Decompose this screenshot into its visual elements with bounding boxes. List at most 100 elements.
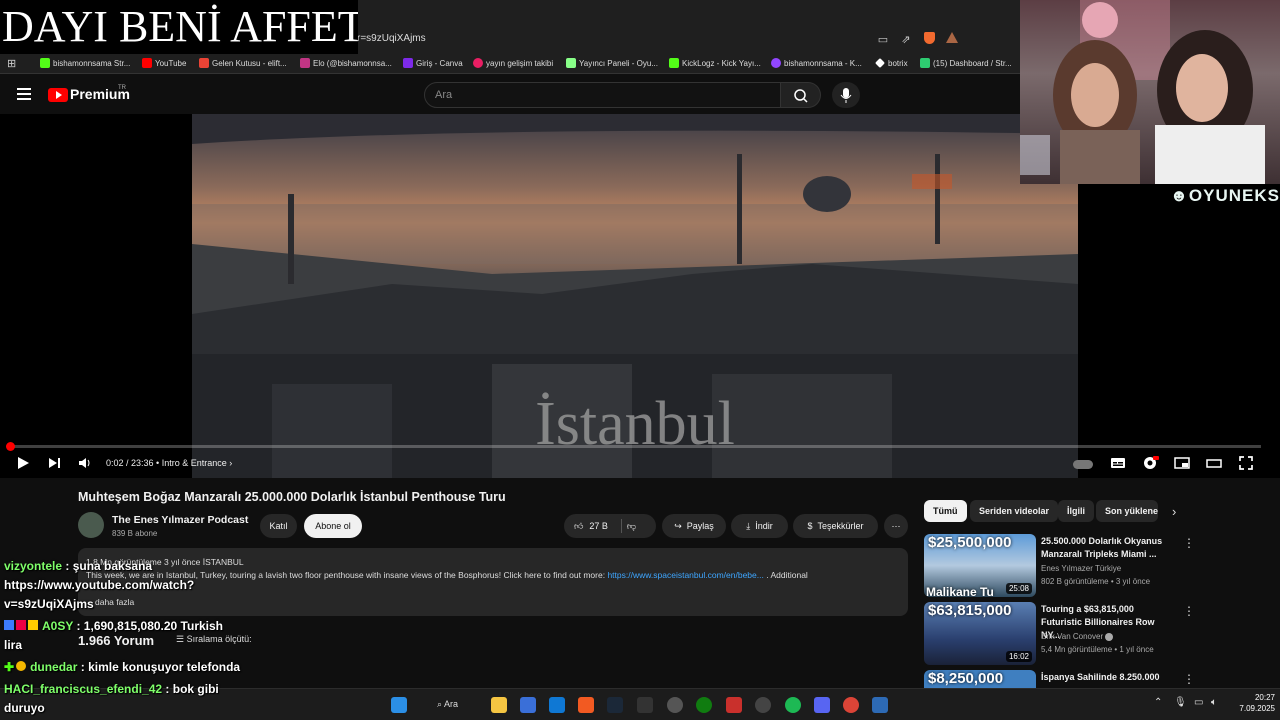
subscriber-count: 839 B abone [112, 529, 158, 538]
bookmark-item[interactable]: YouTube [142, 56, 186, 70]
mute-button[interactable] [77, 454, 93, 472]
like-dislike-group: 👍︎ 27 B 👎︎ [564, 514, 656, 538]
bookmark-item[interactable]: Gelen Kutusu - elift... [199, 56, 287, 70]
url-text[interactable]: r=s9zUqiXAjms [357, 33, 426, 44]
microphone-tray-icon[interactable]: 🎙︎ [1174, 697, 1187, 708]
related-channel[interactable]: Erik Van Conover [1041, 632, 1114, 641]
channel-avatar[interactable] [78, 512, 104, 538]
thumbnail-caption: Malikane Tu [926, 585, 994, 597]
channel-name[interactable]: The Enes Yılmazer Podcast [112, 514, 248, 526]
video-frame[interactable]: İstanbul [192, 114, 1078, 478]
video-duration: 16:02 [1005, 651, 1032, 662]
sort-comments-button[interactable]: ☰ Sıralama ölçütü: [176, 634, 252, 645]
chevron-right-icon[interactable]: › [1172, 504, 1176, 519]
rewards-icon[interactable] [944, 32, 960, 48]
bookmark-item[interactable]: Yayıncı Paneli - Oyu... [566, 56, 658, 70]
related-thumbnail[interactable]: $63,815,000 16:02 [924, 602, 1036, 665]
thanks-button[interactable]: $ Teşekkürler [793, 514, 878, 538]
theater-button[interactable] [1205, 454, 1223, 472]
youtube-logo-icon[interactable] [48, 88, 68, 102]
related-title[interactable]: İspanya Sahilinde 8.250.000 [1041, 671, 1176, 684]
download-button[interactable]: ⤓ İndir [731, 514, 788, 538]
chrome-icon[interactable] [843, 697, 859, 713]
related-channel[interactable]: Enes Yılmazer Türkiye [1041, 564, 1121, 573]
play-button[interactable] [15, 454, 31, 472]
install-icon[interactable]: ▭ [875, 32, 891, 48]
video-duration: 25:08 [1005, 583, 1032, 594]
bookmark-item[interactable]: KickLogz - Kick Yayı... [669, 56, 761, 70]
share-icon[interactable]: ⇗ [898, 32, 914, 48]
taskbar-clock[interactable]: 20:27 7.09.2025 [1233, 692, 1275, 714]
progress-bar[interactable] [8, 445, 1261, 448]
bookmark-item[interactable]: yayın gelişim takibi [473, 56, 553, 70]
bookmark-item[interactable]: Giriş - Canva [403, 56, 463, 70]
related-thumbnail[interactable]: $25,500,000 Malikane Tu 25:08 [924, 534, 1036, 597]
play-icon [18, 457, 29, 469]
next-button[interactable] [46, 454, 62, 472]
obs-icon[interactable] [667, 697, 683, 713]
outlook-icon[interactable] [549, 697, 565, 713]
chip-recent[interactable]: Son yüklene [1096, 500, 1158, 522]
chat-message: vizyontele : şuna baksana [4, 559, 153, 573]
chip-related[interactable]: İlgili [1058, 500, 1094, 522]
like-button[interactable]: 👍︎ 27 B [574, 521, 608, 532]
app-icon[interactable] [872, 697, 888, 713]
search-button[interactable] [781, 82, 821, 108]
file-explorer-icon[interactable] [491, 697, 507, 713]
badge-icon [16, 620, 26, 630]
app-icon[interactable] [726, 697, 742, 713]
related-menu-icon[interactable]: ⋮ [1183, 604, 1195, 618]
store-icon[interactable] [520, 697, 536, 713]
search-input[interactable]: Ara [424, 82, 781, 108]
subscribe-button[interactable]: Abone ol [304, 514, 362, 538]
related-thumbnail[interactable]: $8,250,000 [924, 670, 1036, 688]
related-title[interactable]: 25.500.000 Dolarlık Okyanus Manzaralı Tr… [1041, 535, 1176, 561]
more-actions-button[interactable]: ⋯ [884, 514, 908, 538]
apps-grid-icon[interactable]: ⊞ [7, 57, 16, 70]
tray-chevron-icon[interactable]: ⌃ [1154, 697, 1162, 708]
thanks-icon: $ [807, 521, 813, 531]
related-menu-icon[interactable]: ⋮ [1183, 672, 1195, 686]
share-button[interactable]: ↪ Paylaş [662, 514, 726, 538]
bookmark-item[interactable]: Elo (@bishamonnsa... [300, 56, 392, 70]
xbox-icon[interactable] [696, 697, 712, 713]
join-button[interactable]: Katıl [260, 514, 297, 538]
chat-message: A0SY : 1,690,815,080.20 Turkish [4, 619, 223, 633]
taskbar-search[interactable]: ⌕ Ara [437, 699, 458, 710]
fullscreen-button[interactable] [1237, 454, 1255, 472]
speaker-icon[interactable]: 🔈︎ [1211, 697, 1217, 708]
chat-message: lira [4, 638, 23, 652]
chapter-label[interactable]: Intro & Entrance [162, 458, 227, 468]
badge-icon [16, 661, 27, 671]
windows-start-icon[interactable] [391, 697, 407, 713]
chip-all[interactable]: Tümü [924, 500, 967, 522]
discord-icon[interactable] [814, 697, 830, 713]
menu-icon[interactable] [17, 88, 31, 100]
bookmark-item[interactable]: bishamonnsama Str... [40, 56, 130, 70]
comment-count: 1.966 Yorum [78, 633, 155, 648]
description-link[interactable]: https://www.spaceistanbul.com/en/bebe... [607, 570, 763, 580]
dislike-button[interactable]: 👎︎ [627, 521, 636, 532]
app-icon[interactable] [755, 697, 771, 713]
brave-icon[interactable] [578, 697, 594, 713]
chip-series[interactable]: Seriden videolar [970, 500, 1059, 522]
bookmark-item[interactable]: (15) Dashboard / Str... [920, 56, 1012, 70]
network-icon[interactable]: ▭ [1194, 697, 1203, 708]
voice-search-button[interactable] [832, 82, 860, 108]
autoplay-toggle[interactable] [1072, 454, 1094, 472]
bookmark-item[interactable]: bishamonnsama - K... [771, 56, 862, 70]
subtitles-button[interactable] [1109, 454, 1127, 472]
epic-games-icon[interactable] [637, 697, 653, 713]
miniplayer-icon [1174, 457, 1190, 469]
brave-shield-icon[interactable] [921, 32, 937, 48]
steam-icon[interactable] [607, 697, 623, 713]
show-more-button[interactable]: daha fazla [95, 597, 134, 607]
bookmark-item[interactable]: botrix [875, 56, 908, 70]
miniplayer-button[interactable] [1173, 454, 1191, 472]
spotify-icon[interactable] [785, 697, 801, 713]
settings-button[interactable] [1141, 454, 1159, 472]
badge-icon [28, 620, 38, 630]
related-menu-icon[interactable]: ⋮ [1183, 536, 1195, 550]
progress-scrubber[interactable] [6, 442, 15, 451]
chat-message: ✚ dunedar : kimle konuşuyor telefonda [4, 660, 241, 674]
